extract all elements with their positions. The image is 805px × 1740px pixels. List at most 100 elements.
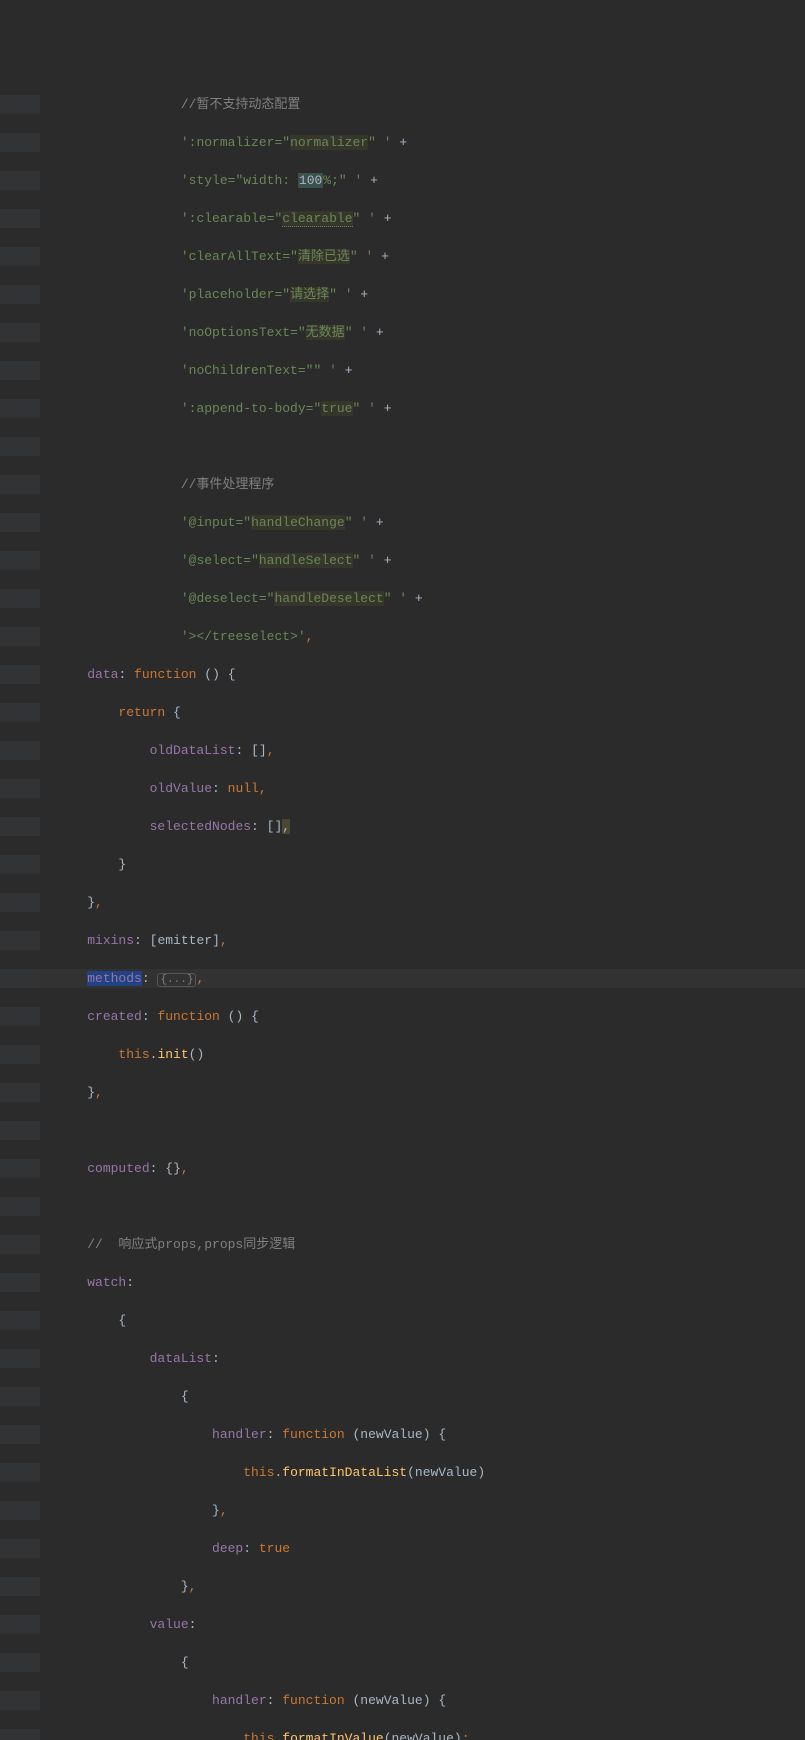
space [431, 1427, 439, 1442]
brace-open: { [181, 1389, 189, 1404]
paren-close: ) [423, 1427, 431, 1442]
string-end: ' [347, 173, 363, 188]
string-end: ' [360, 553, 376, 568]
method-init: init [157, 1047, 188, 1062]
string-end: ' [353, 515, 369, 530]
string-quote: ' [181, 629, 189, 644]
prop-handler: handler [212, 1427, 267, 1442]
keyword-return: return [118, 705, 165, 720]
colon: : [212, 1351, 220, 1366]
bracket-close: ] [259, 743, 267, 758]
prop-handler: handler [212, 1693, 267, 1708]
prop-oldvalue: oldValue [150, 781, 212, 796]
string-value: handleChange [251, 515, 345, 530]
string-quote: " [329, 287, 337, 302]
operator-plus: + [337, 363, 353, 378]
colon: : [267, 1427, 283, 1442]
brace-open: { [165, 1161, 173, 1176]
comment: // 响应式props,props同步逻辑 [87, 1237, 295, 1252]
colon: : [189, 1617, 197, 1632]
colon: : [134, 933, 150, 948]
keyword-function: function [134, 667, 196, 682]
comma: , [220, 933, 228, 948]
string-value: normalizer [290, 135, 368, 150]
string-quote: " [290, 249, 298, 264]
colon: : [267, 1693, 283, 1708]
prop-watch: watch [87, 1275, 126, 1290]
operator-plus: + [368, 325, 384, 340]
brace-close: } [212, 1503, 220, 1518]
brace-open: { [118, 1313, 126, 1328]
string-end: ' [358, 249, 374, 264]
arg: newValue [392, 1731, 454, 1740]
comma: , [196, 971, 204, 986]
comma: , [95, 1085, 103, 1100]
space [345, 1693, 353, 1708]
string-end: ' [337, 287, 353, 302]
brace-open: { [438, 1427, 446, 1442]
comment: //暂不支持动态配置 [181, 97, 301, 112]
keyword-function: function [282, 1427, 344, 1442]
param: newValue [360, 1693, 422, 1708]
prop-selectednodes: selectedNodes [150, 819, 251, 834]
comma: , [220, 1503, 228, 1518]
string-text: @input= [189, 515, 244, 530]
brace-close: } [87, 1085, 95, 1100]
operator-plus: + [376, 553, 392, 568]
colon: : [212, 781, 228, 796]
css-prop: width [243, 173, 282, 188]
paren-close: ) [477, 1465, 485, 1480]
code-editor[interactable]: //暂不支持动态配置 ':normalizer="normalizer" ' +… [0, 76, 805, 1740]
comma: , [306, 629, 314, 644]
operator-plus: + [376, 401, 392, 416]
colon: : [142, 1009, 158, 1024]
string-end: ' [392, 591, 408, 606]
prop-computed: computed [87, 1161, 149, 1176]
paren-open: ( [384, 1731, 392, 1740]
string-quote: " [384, 591, 392, 606]
prop-value: value [150, 1617, 189, 1632]
string-text: placeholder= [189, 287, 283, 302]
brace-close: } [87, 895, 95, 910]
prop-created: created [87, 1009, 142, 1024]
string-end: ' [376, 135, 392, 150]
paren-open: ( [352, 1693, 360, 1708]
string-text: noChildrenText= [189, 363, 306, 378]
string-value: handleDeselect [274, 591, 383, 606]
semicolon: ; [462, 1731, 470, 1740]
colon: : [118, 667, 134, 682]
string-text: clearAllText= [189, 249, 290, 264]
method-formatinvalue: formatInValue [282, 1731, 383, 1740]
dot: . [274, 1465, 282, 1480]
colon: : [235, 743, 251, 758]
operator-plus: + [392, 135, 408, 150]
string-quote: ' [181, 173, 189, 188]
paren-open: ( [407, 1465, 415, 1480]
operator-plus: + [353, 287, 369, 302]
brace-close: } [173, 1161, 181, 1176]
operator-plus: + [373, 249, 389, 264]
string-value: 清除已选 [298, 249, 350, 264]
prop-methods: methods [87, 971, 142, 986]
comma: , [181, 1161, 189, 1176]
string-quote: ' [181, 287, 189, 302]
string-quote: " [243, 515, 251, 530]
string-quote: ' [181, 401, 189, 416]
string-quote: ' [181, 325, 189, 340]
string-quote: " [339, 173, 347, 188]
string-quote: ' [181, 515, 189, 530]
comma: , [259, 781, 267, 796]
brace-open: { [228, 667, 236, 682]
comma: , [267, 743, 275, 758]
brace-open: { [438, 1693, 446, 1708]
string-quote: ' [181, 591, 189, 606]
string-quote: ' [181, 553, 189, 568]
folded-block[interactable]: {...} [157, 973, 196, 987]
paren-close: ) [235, 1009, 243, 1024]
string-end: ' [360, 401, 376, 416]
space [220, 1009, 228, 1024]
paren-open: ( [204, 667, 212, 682]
paren-open: ( [228, 1009, 236, 1024]
paren-close: ) [212, 667, 220, 682]
operator-plus: + [407, 591, 423, 606]
